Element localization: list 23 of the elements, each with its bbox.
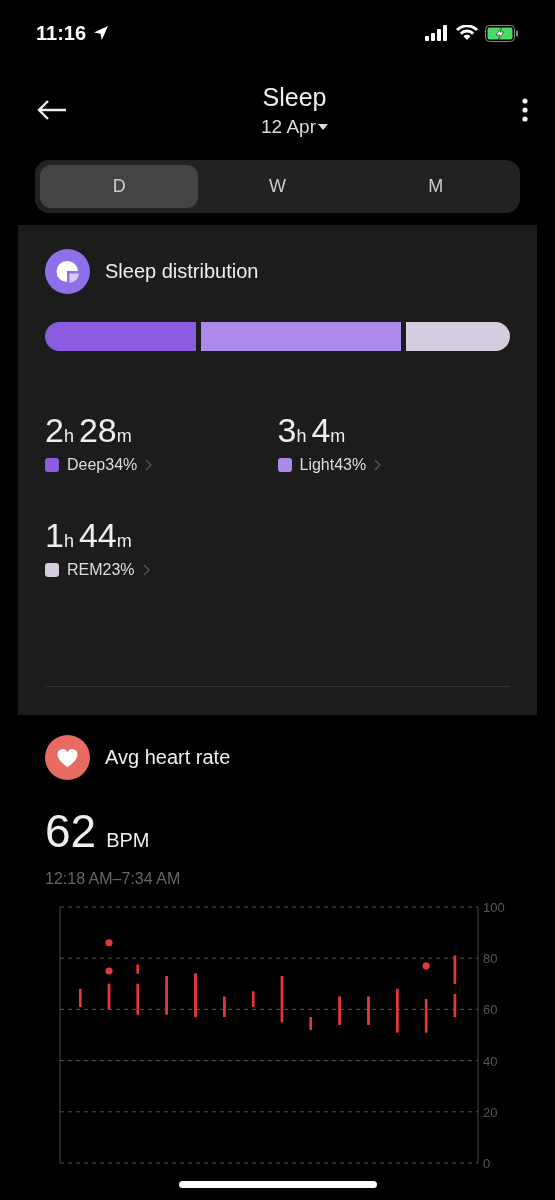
page-title: Sleep: [262, 82, 327, 112]
period-tab[interactable]: W: [198, 165, 357, 208]
unit-label: BPM: [106, 829, 150, 852]
heart-rate-value: 62: [45, 804, 97, 858]
time-range: 12:18 AM–7:34 AM: [45, 870, 182, 888]
axis-label: 40: [483, 1053, 498, 1069]
stage-legend-link[interactable]: Light43%: [277, 456, 510, 474]
sleep-duration: 3h 4m: [277, 411, 347, 450]
stage-legend-link[interactable]: Deep34%: [45, 456, 278, 474]
period-tab[interactable]: D: [40, 165, 199, 208]
stage-legend-link[interactable]: REM23%: [45, 561, 278, 579]
sleep-duration: 2h 28m: [45, 411, 133, 450]
axis-label: 0: [483, 1156, 491, 1171]
section-title: Avg heart rate: [105, 746, 231, 769]
axis-label: 20: [483, 1104, 498, 1120]
section-title: Sleep distribution: [105, 260, 259, 283]
date-picker[interactable]: 12 Apr: [261, 115, 328, 138]
status-time: 11:16: [36, 21, 87, 45]
sleep-duration: 1h 44m: [45, 516, 133, 555]
period-tab[interactable]: M: [356, 165, 515, 208]
axis-label: 80: [483, 951, 498, 967]
axis-label: 100: [483, 902, 505, 915]
axis-label: 60: [483, 1002, 498, 1018]
